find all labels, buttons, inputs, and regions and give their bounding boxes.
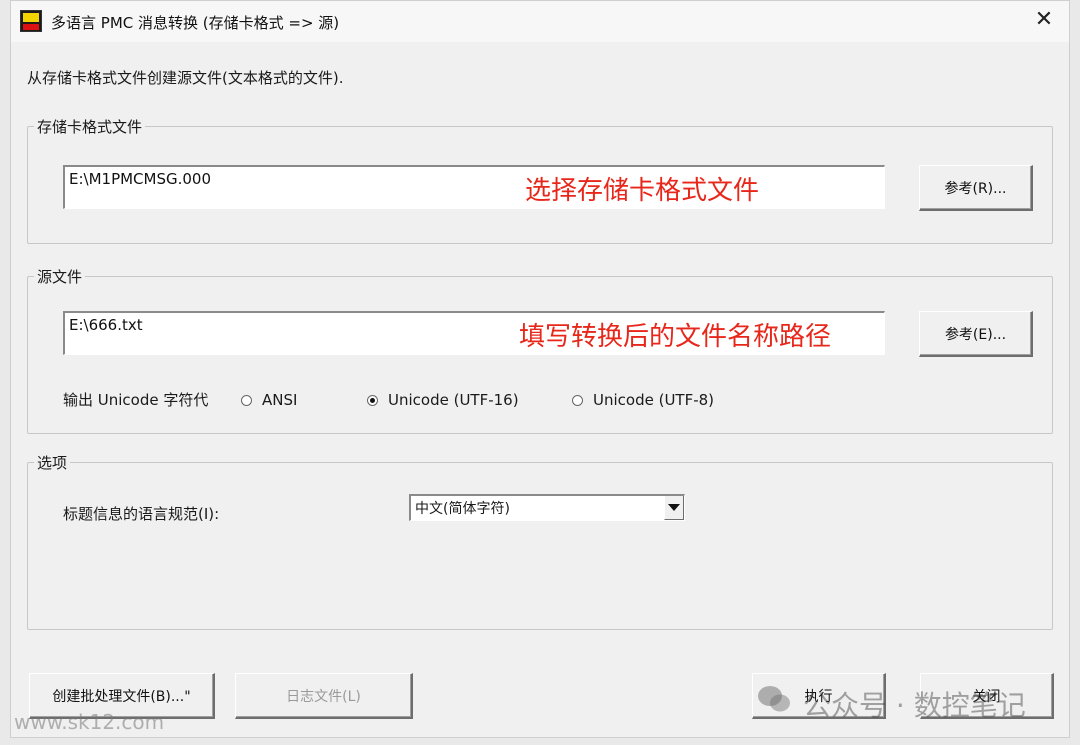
language-select[interactable]: 中文(简体字符) [409, 494, 685, 521]
radio-ansi-circle[interactable] [241, 394, 252, 406]
dialog-window: 多语言 PMC 消息转换 (存储卡格式 => 源) ✕ 从存储卡格式文件创建源文… [10, 0, 1070, 738]
radio-utf16[interactable]: Unicode (UTF-16) [367, 391, 519, 409]
memory-card-legend: 存储卡格式文件 [37, 118, 143, 136]
radio-utf8[interactable]: Unicode (UTF-8) [572, 391, 714, 409]
close-icon[interactable]: ✕ [1033, 9, 1055, 31]
source-path-value: E:\666.txt [69, 316, 143, 334]
radio-utf16-label: Unicode (UTF-16) [388, 391, 519, 409]
watermark-text: 公众号 · 数控笔记 [803, 689, 1026, 722]
app-icon [20, 10, 42, 32]
window-title: 多语言 PMC 消息转换 (存储卡格式 => 源) [51, 14, 340, 32]
radio-ansi[interactable]: ANSI [241, 391, 297, 409]
options-legend: 选项 [37, 454, 68, 472]
wechat-icon [758, 686, 790, 712]
radio-utf8-label: Unicode (UTF-8) [593, 391, 715, 409]
source-browse-button[interactable]: 参考(E)... [919, 311, 1033, 357]
title-bar: 多语言 PMC 消息转换 (存储卡格式 => 源) ✕ [11, 1, 1069, 42]
source-path-annotation: 填写转换后的文件名称路径 [519, 322, 832, 352]
chevron-down-icon[interactable] [664, 496, 684, 520]
dialog-description: 从存储卡格式文件创建源文件(文本格式的文件). [27, 69, 344, 87]
options-group: 选项 [27, 452, 1053, 630]
log-file-button: 日志文件(L) [235, 673, 413, 719]
radio-utf8-circle[interactable] [572, 394, 583, 406]
memory-card-annotation: 选择存储卡格式文件 [525, 176, 760, 206]
radio-utf16-circle[interactable] [367, 394, 378, 406]
memory-card-browse-button[interactable]: 参考(R)... [919, 165, 1033, 211]
radio-ansi-label: ANSI [262, 391, 298, 409]
memory-card-path-value: E:\M1PMCMSG.000 [69, 170, 212, 188]
watermark-url: www.sk12.com [14, 710, 165, 734]
language-label: 标题信息的语言规范(I): [63, 505, 220, 523]
language-select-value: 中文(简体字符) [415, 501, 510, 517]
encoding-label: 输出 Unicode 字符代 [63, 391, 209, 409]
source-file-legend: 源文件 [37, 268, 83, 286]
memory-card-path-input[interactable]: E:\M1PMCMSG.000 [63, 165, 885, 209]
